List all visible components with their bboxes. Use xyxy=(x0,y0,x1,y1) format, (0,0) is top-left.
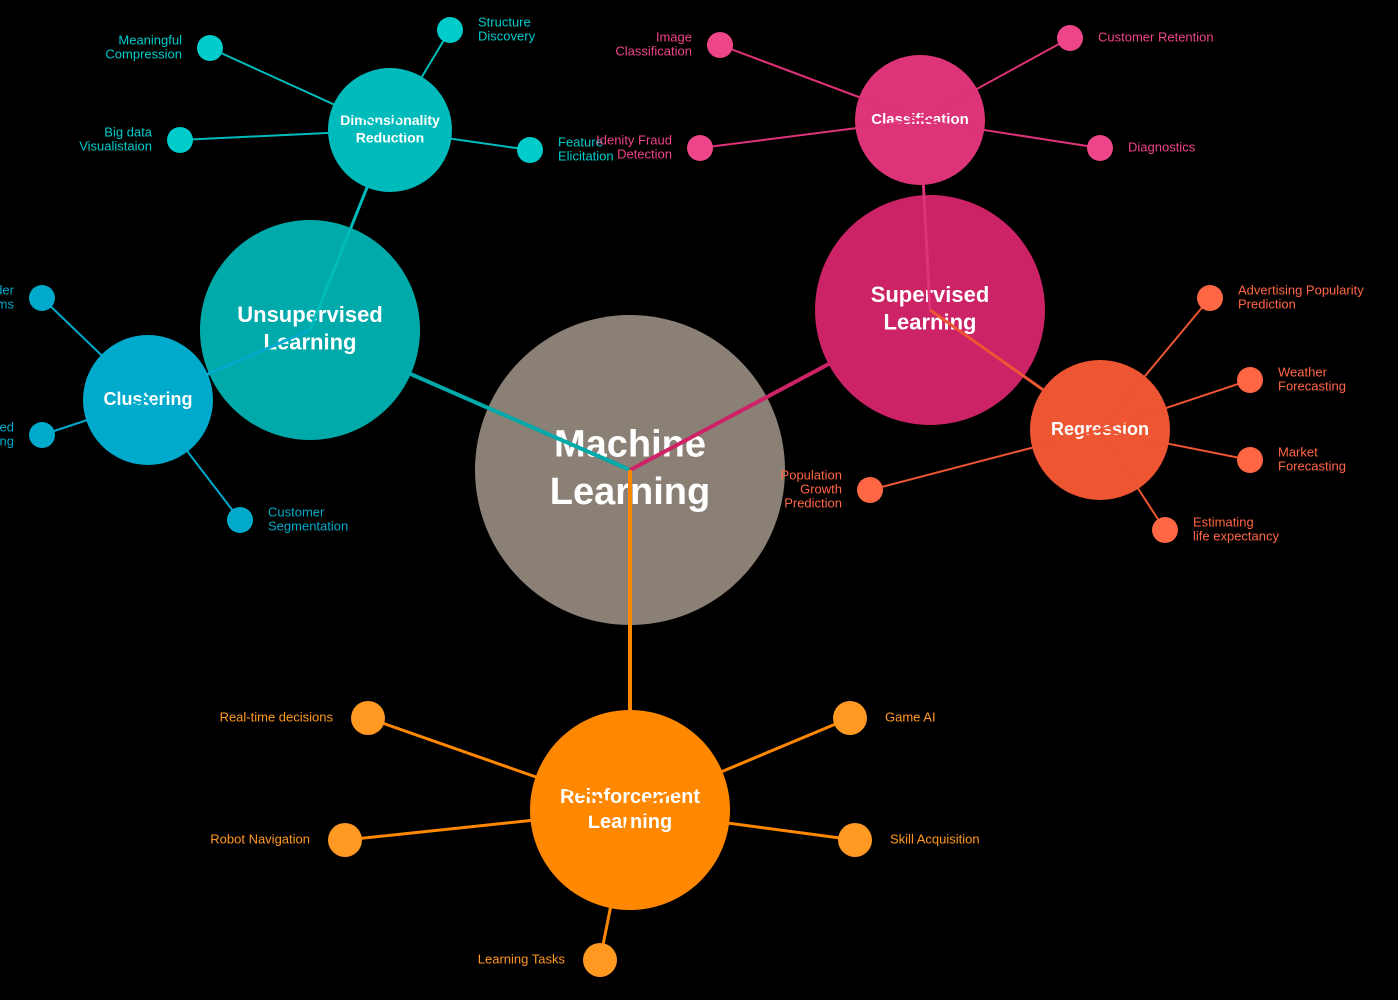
svg-text:Estimating: Estimating xyxy=(1193,514,1254,529)
svg-text:Skill Acquisition: Skill Acquisition xyxy=(890,831,980,846)
diagram-container: MachineLearningUnsupervisedLearningDimen… xyxy=(0,0,1398,1000)
svg-text:Segmentation: Segmentation xyxy=(268,518,348,533)
svg-text:Idenity Fraud: Idenity Fraud xyxy=(596,132,672,147)
svg-text:Compression: Compression xyxy=(105,46,182,61)
svg-text:Machine: Machine xyxy=(554,423,706,465)
svg-text:Big data: Big data xyxy=(104,124,152,139)
svg-text:Discovery: Discovery xyxy=(478,28,536,43)
svg-text:Market: Market xyxy=(1278,444,1318,459)
svg-text:Learning Tasks: Learning Tasks xyxy=(478,951,566,966)
svg-text:Customer Retention: Customer Retention xyxy=(1098,29,1214,44)
svg-text:Prediction: Prediction xyxy=(1238,296,1296,311)
svg-text:Advertising Popularity: Advertising Popularity xyxy=(1238,282,1364,297)
svg-text:Prediction: Prediction xyxy=(784,495,842,510)
svg-text:Growth: Growth xyxy=(800,481,842,496)
svg-text:Learning: Learning xyxy=(884,310,977,335)
svg-text:Customer: Customer xyxy=(268,504,325,519)
svg-text:Detection: Detection xyxy=(617,146,672,161)
svg-text:Meaningful: Meaningful xyxy=(118,32,182,47)
svg-text:Population: Population xyxy=(781,467,842,482)
svg-text:Real-time decisions: Real-time decisions xyxy=(220,709,334,724)
svg-text:life expectancy: life expectancy xyxy=(1193,528,1279,543)
svg-text:Classification: Classification xyxy=(615,43,692,58)
svg-text:Learning: Learning xyxy=(264,330,357,355)
svg-text:Forecasting: Forecasting xyxy=(1278,378,1346,393)
svg-text:Forecasting: Forecasting xyxy=(1278,458,1346,473)
svg-text:Robot Navigation: Robot Navigation xyxy=(210,831,310,846)
svg-text:Image: Image xyxy=(656,29,692,44)
svg-text:Systems: Systems xyxy=(0,296,14,311)
svg-text:Visualistaion: Visualistaion xyxy=(79,138,152,153)
svg-text:Marketing: Marketing xyxy=(0,433,14,448)
svg-text:Recommender: Recommender xyxy=(0,282,15,297)
svg-text:Unsupervised: Unsupervised xyxy=(237,302,383,327)
svg-text:Targetted: Targetted xyxy=(0,419,14,434)
svg-text:Elicitation: Elicitation xyxy=(558,148,614,163)
svg-text:Diagnostics: Diagnostics xyxy=(1128,139,1196,154)
svg-text:Structure: Structure xyxy=(478,14,531,29)
mind-map-svg: MachineLearningUnsupervisedLearningDimen… xyxy=(0,0,1398,1000)
svg-text:Weather: Weather xyxy=(1278,364,1328,379)
svg-text:Game AI: Game AI xyxy=(885,709,936,724)
